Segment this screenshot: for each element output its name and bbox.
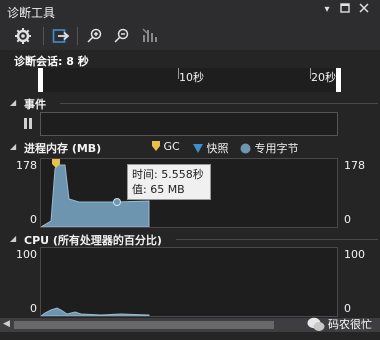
ruler-label: 20秒 bbox=[311, 71, 336, 84]
close-icon bbox=[359, 3, 369, 13]
toolbar-separator bbox=[43, 27, 44, 45]
session-duration: 诊断会话: 8 秒 bbox=[14, 55, 89, 68]
gc-marker-icon bbox=[152, 141, 160, 151]
cpu-area-series bbox=[39, 307, 150, 317]
watermark-text: 码农很忙 bbox=[328, 318, 372, 331]
collapse-triangle-icon[interactable]: ◢ bbox=[10, 98, 16, 107]
ruler-label: 10秒 bbox=[179, 71, 204, 84]
zoom-out-icon bbox=[114, 28, 129, 43]
select-tools-button[interactable] bbox=[52, 27, 72, 45]
gc-event-marker bbox=[52, 159, 60, 168]
memory-y-max-right: 178 bbox=[344, 159, 365, 172]
legend-private-bytes-label: 专用字节 bbox=[254, 142, 299, 155]
collapse-triangle-icon[interactable]: ◢ bbox=[10, 142, 16, 151]
settings-button[interactable] bbox=[14, 27, 34, 45]
toolbar bbox=[0, 22, 380, 50]
close-button[interactable] bbox=[357, 3, 371, 17]
cpu-title: CPU (所有处理器的百分比) bbox=[24, 234, 162, 247]
memory-tooltip: 时间: 5.558秒 值: 65 MB bbox=[127, 164, 211, 200]
legend-gc: GC bbox=[152, 140, 180, 153]
scroll-left-icon[interactable]: ◀ bbox=[3, 319, 10, 329]
gear-icon bbox=[15, 28, 31, 44]
events-title: 事件 bbox=[24, 98, 46, 111]
events-track[interactable] bbox=[40, 112, 338, 136]
cpu-y-min-left: 0 bbox=[30, 302, 37, 315]
memory-data-point bbox=[113, 198, 121, 206]
zoom-in-icon bbox=[87, 28, 102, 43]
legend-private-bytes: 专用字节 bbox=[240, 140, 299, 156]
legend-snapshot: 快照 bbox=[193, 140, 229, 156]
cpu-y-max-left: 100 bbox=[16, 248, 37, 261]
timeline-start-handle[interactable] bbox=[38, 68, 43, 92]
wechat-icon bbox=[307, 317, 325, 331]
reset-view-button[interactable] bbox=[141, 27, 161, 45]
maximize-icon bbox=[340, 3, 350, 13]
cpu-y-min-right: 0 bbox=[344, 302, 351, 315]
dropdown-icon[interactable]: ▾ bbox=[320, 3, 334, 17]
maximize-button[interactable] bbox=[338, 3, 352, 17]
collapse-triangle-icon[interactable]: ◢ bbox=[10, 234, 16, 243]
export-icon bbox=[52, 29, 70, 43]
tooltip-time: 时间: 5.558秒 bbox=[132, 168, 204, 181]
cpu-y-max-right: 100 bbox=[344, 248, 365, 261]
section-divider bbox=[60, 103, 378, 104]
snapshot-marker-icon bbox=[193, 144, 203, 153]
timeline-end-handle[interactable] bbox=[336, 68, 341, 92]
watermark: 码农很忙 bbox=[307, 316, 372, 332]
toolbar-separator bbox=[77, 27, 78, 45]
bar-chart-icon bbox=[142, 28, 157, 42]
memory-y-min-right: 0 bbox=[344, 213, 351, 226]
legend-gc-label: GC bbox=[163, 140, 180, 153]
timeline-ruler[interactable]: 10秒 20秒 bbox=[38, 68, 342, 92]
memory-y-max-left: 178 bbox=[16, 159, 37, 172]
pause-icon[interactable] bbox=[24, 118, 33, 129]
zoom-in-button[interactable] bbox=[86, 27, 106, 45]
window-title: 诊断工具 bbox=[7, 6, 56, 20]
legend-snapshot-label: 快照 bbox=[206, 142, 229, 155]
memory-y-min-left: 0 bbox=[30, 213, 37, 226]
private-bytes-marker-icon bbox=[240, 143, 251, 154]
tooltip-value: 值: 65 MB bbox=[132, 183, 185, 196]
title-bar: 诊断工具 ▾ bbox=[0, 0, 380, 22]
memory-title: 进程内存 (MB) bbox=[24, 142, 102, 155]
cpu-chart[interactable] bbox=[39, 247, 338, 317]
section-divider bbox=[176, 239, 378, 240]
zoom-out-button[interactable] bbox=[113, 27, 133, 45]
scrollbar-thumb[interactable] bbox=[14, 321, 274, 329]
memory-section-header[interactable]: ◢ 进程内存 (MB) bbox=[0, 139, 380, 155]
